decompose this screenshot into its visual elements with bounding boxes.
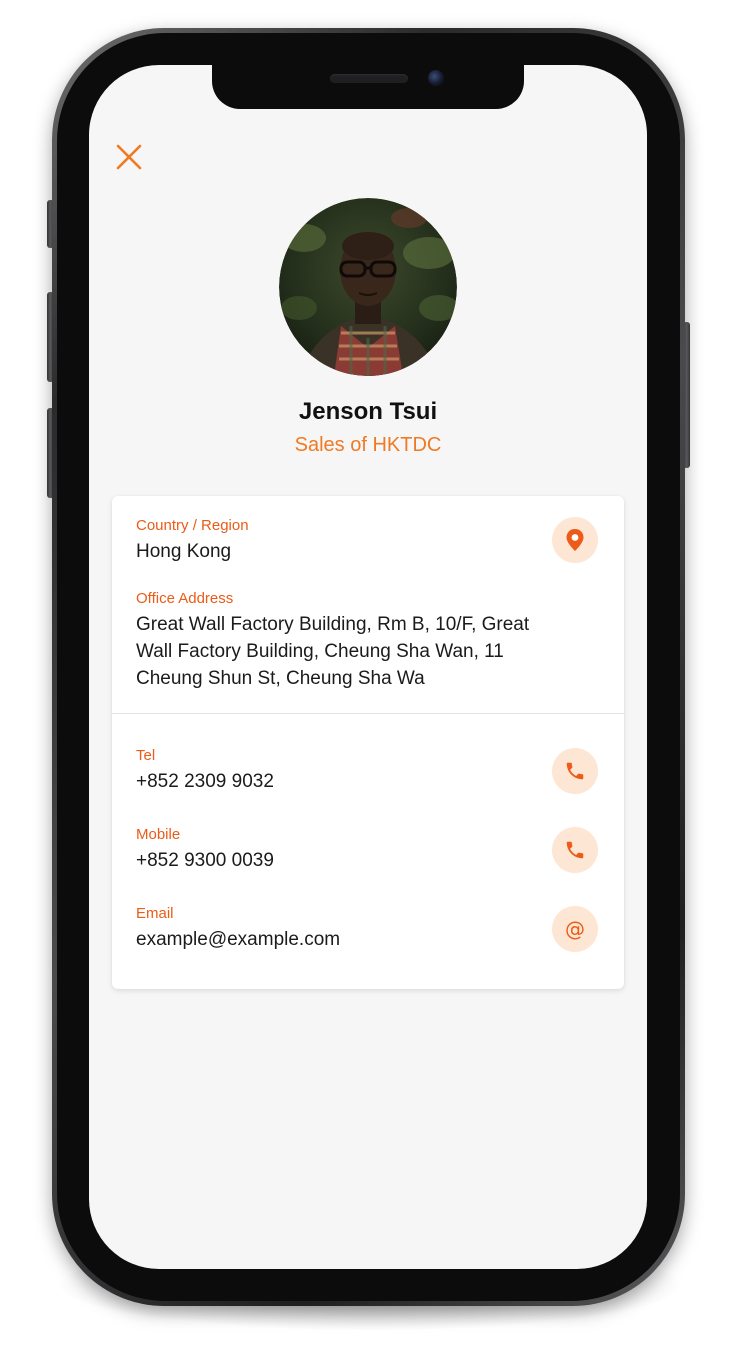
close-button[interactable] — [115, 143, 143, 171]
map-pin-icon — [566, 529, 584, 551]
tel-label: Tel — [136, 747, 156, 764]
email-value[interactable]: example@example.com — [136, 926, 340, 953]
at-sign-icon: @ — [565, 917, 585, 941]
section-divider — [112, 713, 624, 714]
call-mobile-button[interactable] — [552, 827, 598, 873]
location-button[interactable] — [552, 517, 598, 563]
earpiece-speaker — [330, 74, 408, 83]
contact-details-card: Country / Region Hong Kong Office Addres… — [112, 496, 624, 989]
mobile-value[interactable]: +852 9300 0039 — [136, 847, 274, 874]
app-screen: Jenson Tsui Sales of HKTDC Country / Reg… — [89, 65, 647, 1269]
mobile-label: Mobile — [136, 826, 181, 843]
tel-value[interactable]: +852 2309 9032 — [136, 768, 274, 795]
device-mockup: Jenson Tsui Sales of HKTDC Country / Reg… — [0, 0, 734, 1371]
close-icon — [116, 144, 142, 170]
country-label: Country / Region — [136, 517, 249, 534]
front-camera — [428, 70, 444, 86]
email-button[interactable]: @ — [552, 906, 598, 952]
contact-name: Jenson Tsui — [298, 398, 438, 425]
country-value: Hong Kong — [136, 541, 232, 562]
contact-role: Sales of HKTDC — [294, 434, 442, 456]
phone-notch — [212, 65, 524, 109]
call-tel-button[interactable] — [552, 748, 598, 794]
avatar — [279, 198, 457, 376]
email-label: Email — [136, 905, 174, 922]
avatar-photo — [279, 198, 457, 376]
address-label: Office Address — [136, 590, 234, 607]
phone-icon — [566, 762, 584, 780]
address-value: Great Wall Factory Building, Rm B, 10/F,… — [136, 614, 530, 689]
phone-icon — [566, 841, 584, 859]
